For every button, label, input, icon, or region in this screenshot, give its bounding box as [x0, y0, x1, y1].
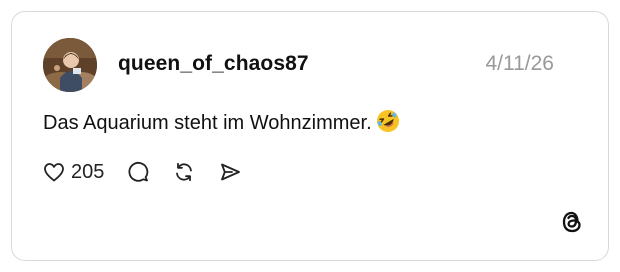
rolling-on-floor-laughing-emoji-icon: [376, 109, 400, 139]
like-button[interactable]: 205: [42, 160, 104, 184]
repost-icon: [172, 160, 196, 184]
post-text: Das Aquarium steht im Wohnzimmer.: [43, 112, 372, 134]
share-button[interactable]: [218, 160, 242, 184]
post-card[interactable]: queen_of_chaos87 4/11/26 Das Aquarium st…: [11, 11, 609, 261]
reply-button[interactable]: [126, 160, 150, 184]
post-actions: 205: [42, 158, 242, 186]
post-date: 4/11/26: [485, 52, 554, 75]
avatar[interactable]: [43, 38, 97, 92]
username[interactable]: queen_of_chaos87: [118, 52, 309, 76]
threads-logo-icon[interactable]: [560, 208, 584, 236]
heart-icon: [42, 160, 66, 184]
send-icon: [218, 160, 242, 184]
post-body: Das Aquarium steht im Wohnzimmer.: [43, 109, 400, 139]
speech-bubble-icon: [126, 160, 150, 184]
repost-button[interactable]: [172, 160, 196, 184]
like-count: 205: [71, 160, 105, 183]
